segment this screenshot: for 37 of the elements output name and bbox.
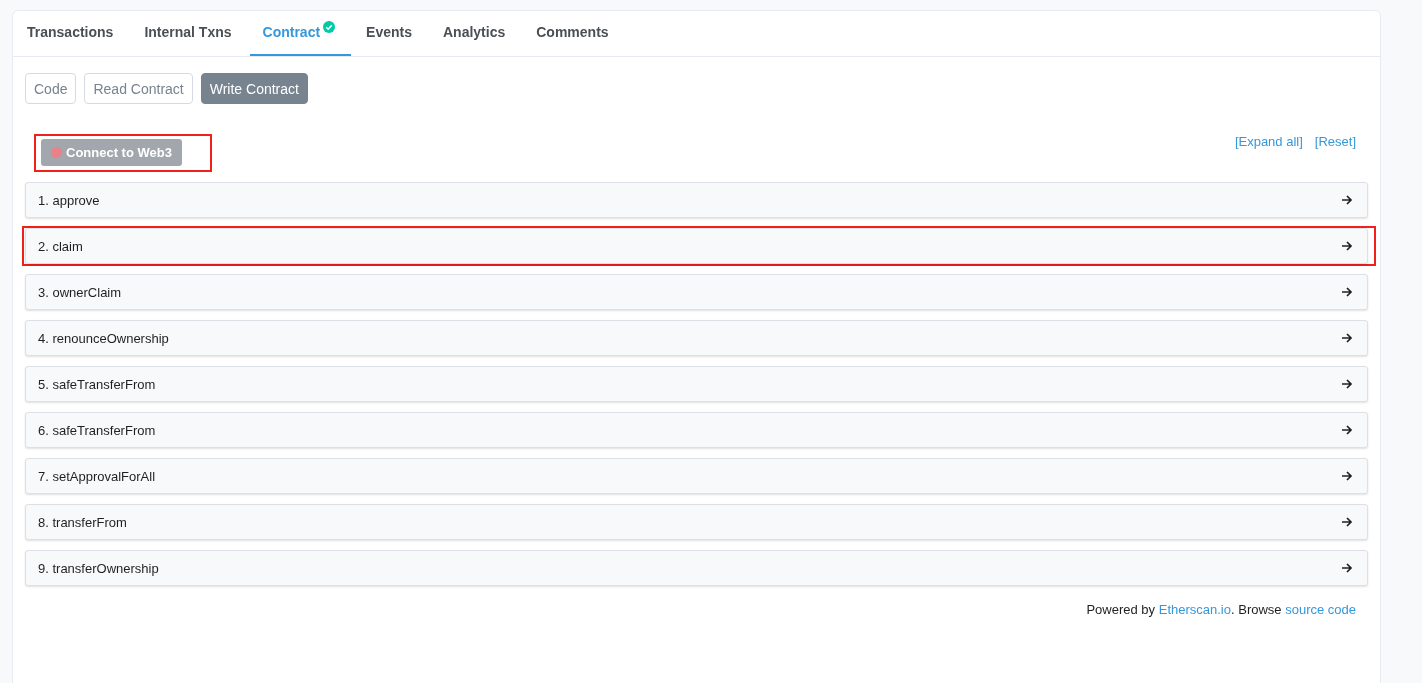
arrow-right-icon	[1341, 378, 1353, 390]
arrow-right-icon	[1341, 286, 1353, 298]
function-row[interactable]: 5. safeTransferFrom	[25, 366, 1368, 402]
tab[interactable]: Internal Txns	[131, 11, 248, 56]
tab[interactable]: Transactions	[14, 11, 130, 56]
arrow-right-icon	[1341, 516, 1353, 528]
arrow-right-icon	[1341, 424, 1353, 436]
function-row[interactable]: 3. ownerClaim	[25, 274, 1368, 310]
function-row[interactable]: 6. safeTransferFrom	[25, 412, 1368, 448]
subtab-button[interactable]: Write Contract	[200, 73, 308, 104]
arrow-right-icon	[1341, 562, 1353, 574]
arrow-right-icon	[1341, 240, 1353, 252]
function-name: 5. safeTransferFrom	[38, 376, 156, 392]
function-name: 3. ownerClaim	[38, 284, 122, 300]
function-row[interactable]: 7. setApprovalForAll	[25, 458, 1368, 494]
function-name: 8. transferFrom	[38, 514, 127, 530]
function-row[interactable]: 2. claim	[25, 228, 1368, 264]
tab[interactable]: Events	[353, 11, 428, 56]
function-row[interactable]: 8. transferFrom	[25, 504, 1368, 540]
function-row[interactable]: 9. transferOwnership	[25, 550, 1368, 586]
footer-text: Powered by Etherscan.io. Browse source code	[1085, 602, 1356, 617]
function-name: 7. setApprovalForAll	[38, 468, 156, 484]
tab[interactable]: Comments	[523, 11, 625, 56]
function-row[interactable]: 4. renounceOwnership	[25, 320, 1368, 356]
arrow-right-icon	[1341, 470, 1353, 482]
function-name: 2. claim	[38, 238, 83, 254]
check-circle-icon	[323, 21, 336, 33]
arrow-right-icon	[1341, 332, 1353, 344]
function-name: 1. approve	[38, 192, 100, 208]
function-row[interactable]: 1. approve	[25, 182, 1368, 218]
function-name: 9. transferOwnership	[38, 560, 159, 576]
arrow-right-icon	[1341, 194, 1353, 206]
function-name: 4. renounceOwnership	[38, 330, 169, 346]
function-name: 6. safeTransferFrom	[38, 422, 156, 438]
subtab-button[interactable]: Read Contract	[84, 73, 193, 104]
subtab-button[interactable]: Code	[25, 73, 77, 104]
tab[interactable]: Analytics	[430, 11, 522, 56]
